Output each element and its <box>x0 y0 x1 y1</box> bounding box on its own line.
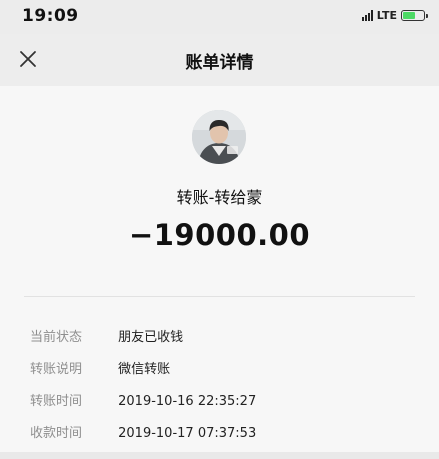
detail-label: 当前状态 <box>30 330 83 345</box>
detail-value: 微信转账 <box>118 362 171 377</box>
network-type: LTE <box>376 9 397 22</box>
detail-row-status: 当前状态 朋友已收钱 <box>30 326 183 345</box>
nav-bar: 账单详情 <box>0 34 439 84</box>
status-time: 19:09 <box>22 6 79 26</box>
signal-icon <box>361 10 373 21</box>
bottom-strip <box>0 452 439 459</box>
transaction-title: 转账-转给蒙 <box>176 188 263 207</box>
detail-row-transfer-time: 转账时间 2019-10-16 22:35:27 <box>30 390 256 409</box>
detail-row-note: 转账说明 微信转账 <box>30 358 170 377</box>
detail-row-receive-time: 收款时间 2019-10-17 07:37:53 <box>30 422 256 441</box>
battery-icon <box>401 10 428 21</box>
bill-detail-card: 转账-转给蒙 −19000.00 当前状态 朋友已收钱 转账说明 微信转账 转账… <box>0 86 439 459</box>
divider <box>24 296 415 297</box>
avatar-image <box>192 110 246 164</box>
page-title: 账单详情 <box>185 53 254 73</box>
detail-label: 转账说明 <box>30 362 83 377</box>
transaction-amount: −19000.00 <box>128 218 311 252</box>
avatar[interactable] <box>192 110 246 164</box>
detail-label: 收款时间 <box>30 426 83 441</box>
status-indicators: LTE <box>361 9 428 22</box>
detail-value: 2019-10-17 07:37:53 <box>118 426 257 441</box>
status-bar: 19:09 LTE <box>0 0 439 34</box>
detail-value: 2019-10-16 22:35:27 <box>118 394 257 409</box>
detail-value: 朋友已收钱 <box>118 330 184 345</box>
detail-label: 转账时间 <box>30 394 83 409</box>
